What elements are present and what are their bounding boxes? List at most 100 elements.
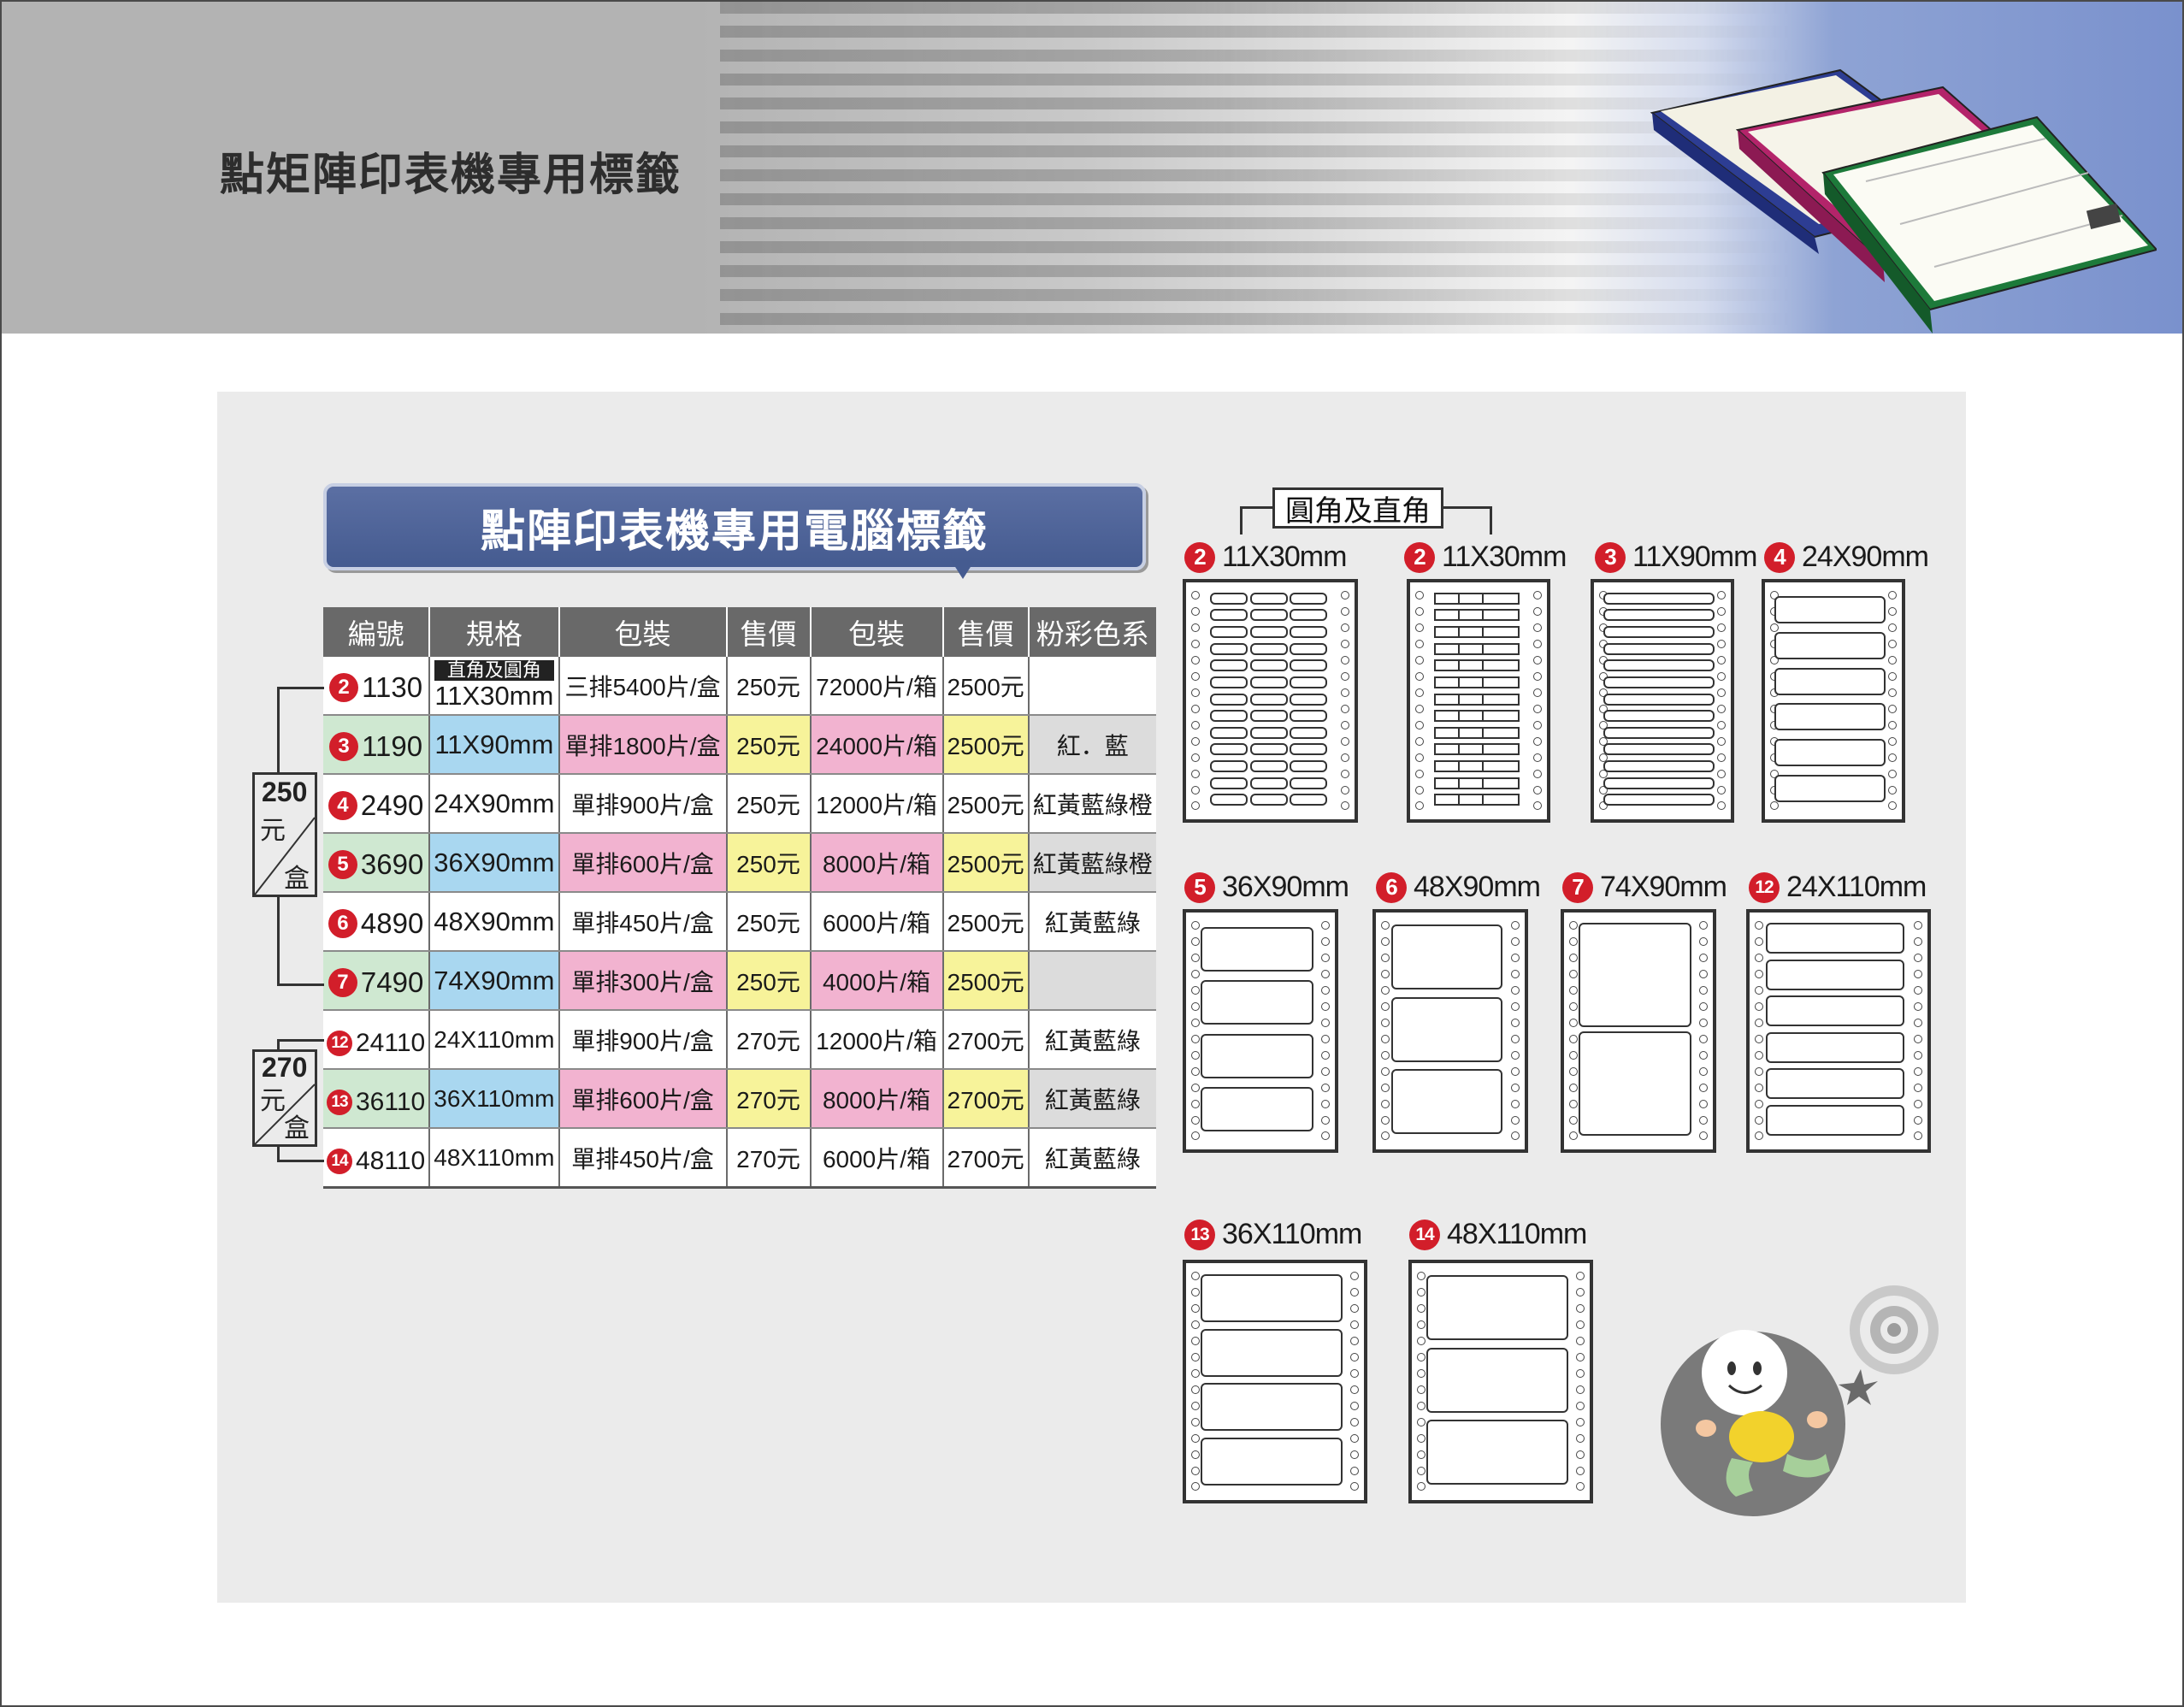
sprocket-hole bbox=[1533, 736, 1542, 746]
sprocket-hole bbox=[1350, 1288, 1359, 1297]
diagram-size: 48X90mm bbox=[1414, 871, 1541, 903]
label-cell bbox=[1482, 592, 1520, 605]
sprocket-hole bbox=[1755, 1066, 1763, 1076]
sprocket-hole bbox=[1415, 801, 1424, 811]
label-cell bbox=[1290, 659, 1327, 672]
label-cell bbox=[1210, 777, 1248, 789]
label-cell bbox=[1201, 1087, 1313, 1132]
sprocket-holes bbox=[1321, 918, 1330, 1144]
table-row: 4 2490 24X90mm 單排900片/盒 250元 12000片/箱 250… bbox=[323, 774, 1156, 834]
sprocket-hole bbox=[1755, 1050, 1763, 1060]
table-row: 14 48110 48X110mm 單排450片/盒 270元 6000片/箱 2… bbox=[323, 1128, 1156, 1189]
label-cell bbox=[1774, 703, 1886, 731]
sprocket-hole bbox=[1341, 801, 1349, 811]
price-case-cell: 2500元 bbox=[941, 951, 1029, 1011]
sprocket-holes bbox=[1888, 588, 1897, 814]
pack-case-cell: 6000片/箱 bbox=[809, 892, 943, 952]
sprocket-hole bbox=[1755, 921, 1763, 930]
sprocket-hole bbox=[1888, 801, 1897, 811]
label-cell bbox=[1290, 625, 1327, 638]
colors-cell: 紅黃藍綠橙 bbox=[1027, 833, 1156, 893]
sprocket-hole bbox=[1914, 1002, 1922, 1012]
sprocket-hole bbox=[1511, 937, 1520, 947]
table-title: 點陣印表機專用電腦標籤 bbox=[480, 506, 989, 557]
corner-bracket-left bbox=[1240, 506, 1275, 535]
label-cell bbox=[1603, 693, 1715, 706]
sprocket-hole bbox=[1576, 1337, 1585, 1346]
sprocket-hole bbox=[1191, 1288, 1200, 1297]
label-cell bbox=[1766, 1104, 1904, 1136]
sprocket-hole bbox=[1770, 623, 1779, 633]
sprocket-hole bbox=[1914, 1083, 1922, 1092]
label-sheet-11x90 bbox=[1591, 579, 1734, 823]
sprocket-hole bbox=[1191, 1433, 1200, 1443]
sprocket-hole bbox=[1415, 785, 1424, 794]
sprocket-hole bbox=[1914, 1018, 1922, 1027]
sprocket-hole bbox=[1341, 704, 1349, 713]
label-cell bbox=[1482, 676, 1520, 688]
sprocket-hole bbox=[1914, 986, 1922, 995]
label-cell bbox=[1603, 609, 1715, 622]
sprocket-hole bbox=[1191, 640, 1200, 649]
sprocket-hole bbox=[1191, 1002, 1200, 1012]
label-cell bbox=[1290, 760, 1327, 773]
label-cell bbox=[1426, 1419, 1568, 1485]
label-cell bbox=[1249, 760, 1288, 773]
price-box-cell: 250元 bbox=[725, 715, 811, 775]
star-icon bbox=[1839, 1369, 1878, 1405]
sprocket-hole bbox=[1511, 1131, 1520, 1141]
item-marker: 6 bbox=[1376, 871, 1407, 903]
label-cell bbox=[1774, 631, 1886, 659]
label-cell bbox=[1603, 659, 1715, 672]
item-marker: 5 bbox=[1184, 871, 1215, 903]
sprocket-hole bbox=[1381, 1034, 1390, 1043]
price-case-cell: 2700元 bbox=[941, 1069, 1029, 1129]
sprocket-hole bbox=[1888, 607, 1897, 617]
sprocket-hole bbox=[1191, 1401, 1200, 1410]
label-cell bbox=[1249, 743, 1288, 756]
sprocket-holes bbox=[1569, 918, 1578, 1144]
sprocket-holes bbox=[1415, 588, 1424, 814]
code-cell: 14 48110 bbox=[323, 1128, 430, 1189]
sprocket-hole bbox=[1350, 1353, 1359, 1362]
sprocket-hole bbox=[1755, 986, 1763, 995]
sprocket-hole bbox=[1341, 785, 1349, 794]
colors-cell bbox=[1027, 951, 1156, 1011]
colors-cell bbox=[1027, 657, 1156, 716]
sprocket-hole bbox=[1191, 1368, 1200, 1378]
colors-cell: 紅黃藍綠橙 bbox=[1027, 774, 1156, 834]
spec-cell: 11X90mm bbox=[428, 715, 559, 775]
code-cell: 6 4890 bbox=[323, 892, 430, 952]
sprocket-hole bbox=[1191, 937, 1200, 947]
label-cell bbox=[1249, 676, 1288, 688]
corner-bracket-right bbox=[1443, 506, 1492, 535]
pack-case-cell: 8000片/箱 bbox=[809, 833, 943, 893]
sprocket-hole bbox=[1191, 1482, 1200, 1491]
code-cell: 7 7490 bbox=[323, 951, 430, 1011]
pack-case-cell: 8000片/箱 bbox=[809, 1069, 943, 1129]
sprocket-hole bbox=[1888, 688, 1897, 697]
pack-case-cell: 72000片/箱 bbox=[809, 657, 943, 716]
sprocket-hole bbox=[1341, 720, 1349, 729]
table-row: 7 7490 74X90mm 單排300片/盒 250元 4000片/箱 2500… bbox=[323, 951, 1156, 1011]
header-price-box: 售價 bbox=[725, 607, 811, 657]
sprocket-hole bbox=[1533, 753, 1542, 762]
sprocket-hole bbox=[1914, 1099, 1922, 1108]
sprocket-hole bbox=[1321, 937, 1330, 947]
label-cell bbox=[1290, 642, 1327, 655]
sprocket-hole bbox=[1888, 591, 1897, 600]
label-cell bbox=[1249, 794, 1288, 806]
sprocket-hole bbox=[1699, 970, 1708, 979]
item-marker: 14 bbox=[327, 1148, 352, 1174]
label-cell bbox=[1249, 609, 1288, 622]
sprocket-hole bbox=[1914, 921, 1922, 930]
sprocket-hole bbox=[1717, 688, 1726, 697]
label-cell bbox=[1249, 625, 1288, 638]
sprocket-hole bbox=[1569, 1002, 1578, 1012]
sprocket-holes bbox=[1191, 918, 1200, 1144]
diagram-label: 13 36X110mm bbox=[1184, 1218, 1362, 1251]
sprocket-hole bbox=[1321, 1083, 1330, 1092]
price-per: 盒 bbox=[284, 1114, 310, 1143]
label-cell bbox=[1249, 710, 1288, 723]
label-cell bbox=[1201, 980, 1313, 1025]
